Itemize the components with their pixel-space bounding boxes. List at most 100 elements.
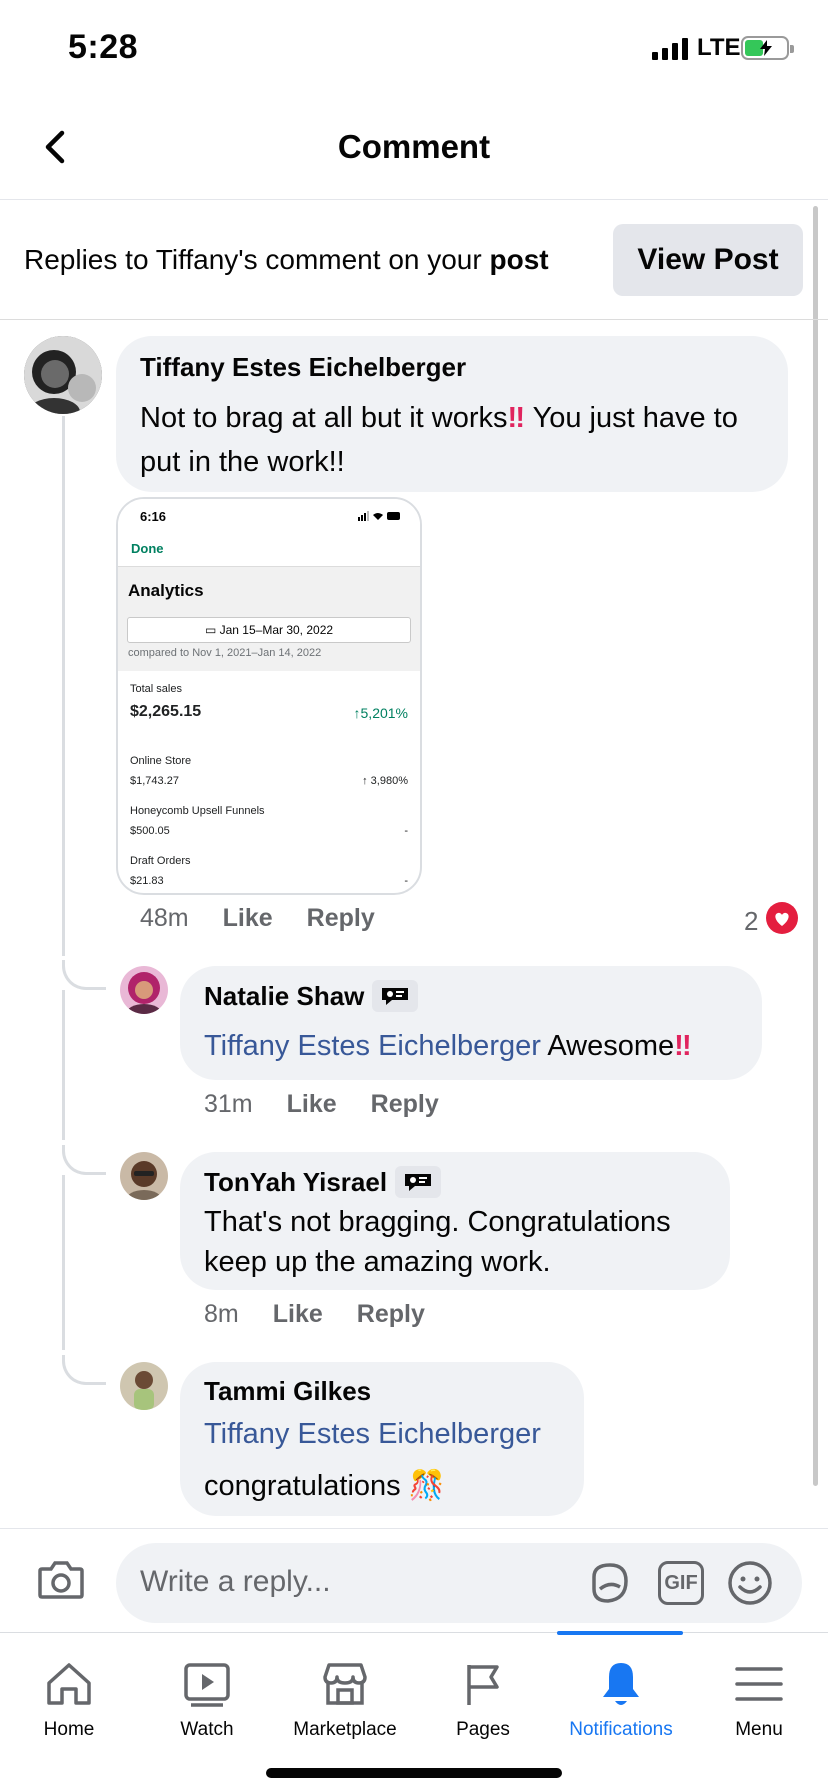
like-button[interactable]: Like — [287, 1090, 337, 1119]
reply-bubble[interactable]: Tammi Gilkes Tiffany Estes Eichelberger … — [180, 1362, 584, 1516]
reply-button[interactable]: Reply — [307, 904, 375, 933]
reply-text: congratulations 🎊 — [204, 1464, 445, 1508]
attached-row-change: - — [404, 875, 408, 887]
menu-icon — [735, 1667, 783, 1701]
reply-placeholder: Write a reply... — [140, 1565, 331, 1598]
attached-row-label: Honeycomb Upsell Funnels — [130, 805, 265, 817]
attached-status-icons — [358, 511, 402, 521]
reply-author-row: TonYah Yisrael — [204, 1166, 442, 1198]
mention-link[interactable]: Tiffany Estes Eichelberger — [204, 1412, 541, 1456]
reply-time: 8m — [204, 1300, 239, 1328]
bell-icon — [603, 1663, 639, 1705]
tab-label: Menu — [735, 1719, 783, 1740]
reaction-summary[interactable]: 2 — [744, 902, 799, 941]
banner-text-bold: post — [489, 244, 549, 275]
thread-connector — [62, 1355, 106, 1385]
reply-text-content: Awesome — [540, 1030, 675, 1062]
double-exclamation-emoji: ‼ — [507, 402, 526, 434]
reply-button[interactable]: Reply — [357, 1300, 425, 1329]
heart-icon — [766, 902, 799, 941]
comment-text-part1: Not to brag at all but it works — [140, 402, 508, 434]
like-button[interactable]: Like — [273, 1300, 323, 1329]
scrollbar[interactable] — [813, 206, 818, 1486]
confetti-emoji: 🎊 — [408, 1470, 445, 1502]
attached-row-label: Online Store — [130, 755, 192, 767]
mention-text[interactable]: Tiffany Estes Eichelberger — [204, 1418, 541, 1450]
header: Comment — [0, 100, 828, 200]
comment-bubble[interactable]: Tiffany Estes Eichelberger Not to brag a… — [116, 336, 788, 492]
watch-icon — [184, 1663, 230, 1707]
reply-actions: 8m Like Reply — [204, 1300, 425, 1329]
gif-button[interactable]: GIF — [658, 1561, 704, 1605]
signal-icon — [652, 36, 688, 60]
reply-text: Tiffany Estes Eichelberger Awesome‼ — [204, 1024, 692, 1068]
attached-analytics-title: Analytics — [128, 581, 204, 600]
comment-author[interactable]: Tiffany Estes Eichelberger — [140, 352, 466, 383]
reply-time: 31m — [204, 1090, 253, 1118]
thread-line — [62, 416, 65, 956]
attached-compared: compared to Nov 1, 2021–Jan 14, 2022 — [128, 647, 322, 659]
attached-total-value: $2,265.15 — [130, 703, 202, 720]
context-banner: Replies to Tiffany's comment on your pos… — [0, 200, 828, 320]
reply-bubble[interactable]: Natalie Shaw Tiffany Estes Eichelberger … — [180, 966, 762, 1080]
reply-bubble[interactable]: TonYah Yisrael That's not bragging. Cong… — [180, 1152, 730, 1290]
attached-date-range-text: Jan 15–Mar 30, 2022 — [219, 623, 334, 637]
reply-author[interactable]: Natalie Shaw — [204, 981, 364, 1012]
reply-author-row: Natalie Shaw — [204, 980, 419, 1012]
camera-icon[interactable] — [36, 1557, 86, 1606]
attached-image[interactable]: 6:16 Done Analytics ▭ Jan 15–Mar 30, 202… — [116, 497, 422, 895]
reply-text-content: congratulations — [204, 1470, 401, 1502]
status-time: 5:28 — [68, 28, 139, 66]
comment-time: 48m — [140, 904, 189, 932]
thread-connector — [62, 1145, 106, 1175]
comment-actions: 48m Like Reply — [140, 904, 375, 933]
comment-text: Not to brag at all but it works‼ You jus… — [140, 396, 780, 484]
reply-button[interactable]: Reply — [371, 1090, 439, 1119]
reply-author[interactable]: TonYah Yisrael — [204, 1167, 387, 1198]
tab-watch[interactable]: Watch — [138, 1633, 276, 1753]
attached-row-values: $500.05 - — [130, 825, 408, 837]
avatar[interactable] — [120, 1152, 168, 1200]
attached-total-label: Total sales — [130, 683, 182, 695]
sticker-icon[interactable] — [586, 1559, 634, 1612]
avatar[interactable] — [120, 966, 168, 1014]
attached-date-range: ▭ Jan 15–Mar 30, 2022 — [127, 617, 411, 643]
home-icon — [47, 1663, 91, 1705]
reply-author[interactable]: Tammi Gilkes — [204, 1376, 371, 1407]
banner-text: Replies to Tiffany's comment on your pos… — [24, 244, 549, 276]
network-label: LTE — [697, 34, 741, 61]
tab-marketplace[interactable]: Marketplace — [276, 1633, 414, 1753]
tab-label: Notifications — [569, 1719, 673, 1740]
attached-row-change: - — [404, 825, 408, 837]
attached-row-value: $500.05 — [130, 825, 170, 837]
attached-status-time: 6:16 — [140, 509, 167, 524]
tab-home[interactable]: Home — [0, 1633, 138, 1753]
emoji-icon[interactable] — [726, 1559, 774, 1612]
reaction-count: 2 — [744, 906, 759, 936]
flag-icon — [467, 1665, 499, 1705]
tab-menu[interactable]: Menu — [690, 1633, 828, 1753]
tab-label: Home — [43, 1719, 95, 1740]
attached-done: Done — [131, 541, 164, 556]
tab-notifications[interactable]: Notifications — [552, 1633, 690, 1753]
top-fan-badge-icon — [395, 1166, 442, 1198]
like-button[interactable]: Like — [223, 904, 273, 933]
view-post-button[interactable]: View Post — [613, 224, 803, 296]
tab-label: Pages — [456, 1719, 510, 1740]
page-title: Comment — [337, 128, 491, 165]
tab-pages[interactable]: Pages — [414, 1633, 552, 1753]
reply-input[interactable]: Write a reply... GIF — [116, 1543, 802, 1623]
tab-label: Watch — [180, 1719, 234, 1740]
thread-line — [62, 1175, 65, 1350]
top-fan-badge-icon — [372, 980, 419, 1012]
calendar-icon: ▭ — [204, 623, 220, 637]
attached-row-value: $1,743.27 — [130, 775, 179, 787]
tab-label: Marketplace — [293, 1719, 397, 1740]
banner-text-prefix: Replies to Tiffany's comment on your — [24, 244, 490, 275]
attached-row-change: ↑ 3,980% — [362, 775, 408, 787]
thread-line — [62, 990, 65, 1140]
avatar[interactable] — [24, 336, 102, 414]
avatar[interactable] — [120, 1362, 168, 1410]
mention-link[interactable]: Tiffany Estes Eichelberger — [204, 1030, 541, 1062]
reply-composer: Write a reply... GIF — [0, 1528, 828, 1632]
